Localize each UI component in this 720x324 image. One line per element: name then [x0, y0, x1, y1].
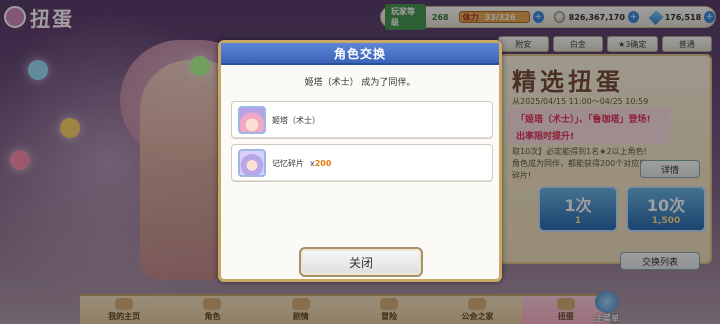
reward-item-memory-shard: 记忆碎片 x200	[231, 144, 493, 182]
reward-name: 姬塔（术士）	[272, 115, 320, 125]
quantity-value: 200	[314, 158, 332, 168]
memory-shard-icon	[238, 149, 266, 177]
dialog-message: 姬塔（术士） 成为了同伴。	[304, 78, 416, 88]
character-exchange-dialog: 角色交换 姬塔（术士） 成为了同伴。 姬塔（术士） 记忆碎片 x200 关闭	[218, 40, 502, 282]
close-button[interactable]: 关闭	[299, 247, 423, 277]
dialog-title: 角色交换	[221, 43, 499, 65]
character-avatar-icon	[238, 106, 266, 134]
reward-name: 记忆碎片	[272, 158, 304, 168]
reward-quantity: x200	[310, 159, 331, 168]
reward-item-character: 姬塔（术士）	[231, 101, 493, 139]
